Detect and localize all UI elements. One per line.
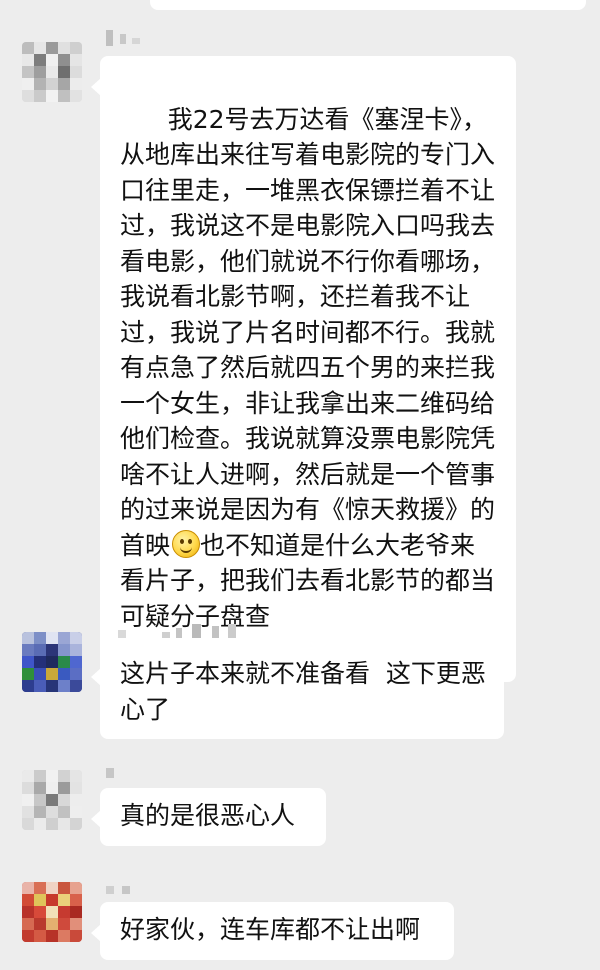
sender-name-blurred <box>104 882 234 896</box>
message-item: 我22号去万达看《塞涅卡》，从地库出来往写着电影院的专门入口往里走，一堆黑衣保镖… <box>0 0 600 682</box>
message-text: 这片子本来就不准备看 这下更恶心了 <box>120 659 486 724</box>
sender-name-blurred <box>104 764 234 778</box>
avatar[interactable] <box>22 632 82 692</box>
message-text: 我22号去万达看《塞涅卡》，从地库出来往写着电影院的专门入口往里走，一堆黑衣保镖… <box>120 104 496 560</box>
chat-window: 我22号去万达看《塞涅卡》，从地库出来往写着电影院的专门入口往里走，一堆黑衣保镖… <box>0 0 600 970</box>
avatar[interactable] <box>22 882 82 942</box>
message-bubble[interactable]: 真的是很恶心人 <box>91 788 326 846</box>
message-item: 这片子本来就不准备看 这下更恶心了 <box>0 610 600 750</box>
smile-emoji-icon <box>172 529 201 558</box>
message-bubble[interactable]: 我22号去万达看《塞涅卡》，从地库出来往写着电影院的专门入口往里走，一堆黑衣保镖… <box>91 56 516 682</box>
avatar[interactable] <box>22 42 82 102</box>
message-bubble[interactable]: 好家伙，连车库都不让出啊 <box>91 902 454 960</box>
sender-name-blurred <box>104 624 236 638</box>
message-item: 好家伙，连车库都不让出啊 <box>0 860 600 970</box>
avatar[interactable] <box>22 770 82 830</box>
message-bubble[interactable]: 这片子本来就不准备看 这下更恶心了 <box>91 646 504 739</box>
sender-name-blurred <box>104 30 234 46</box>
message-item: 真的是很恶心人 <box>0 750 600 860</box>
message-text: 好家伙，连车库都不让出啊 <box>120 915 421 944</box>
message-text: 真的是很恶心人 <box>120 801 296 830</box>
